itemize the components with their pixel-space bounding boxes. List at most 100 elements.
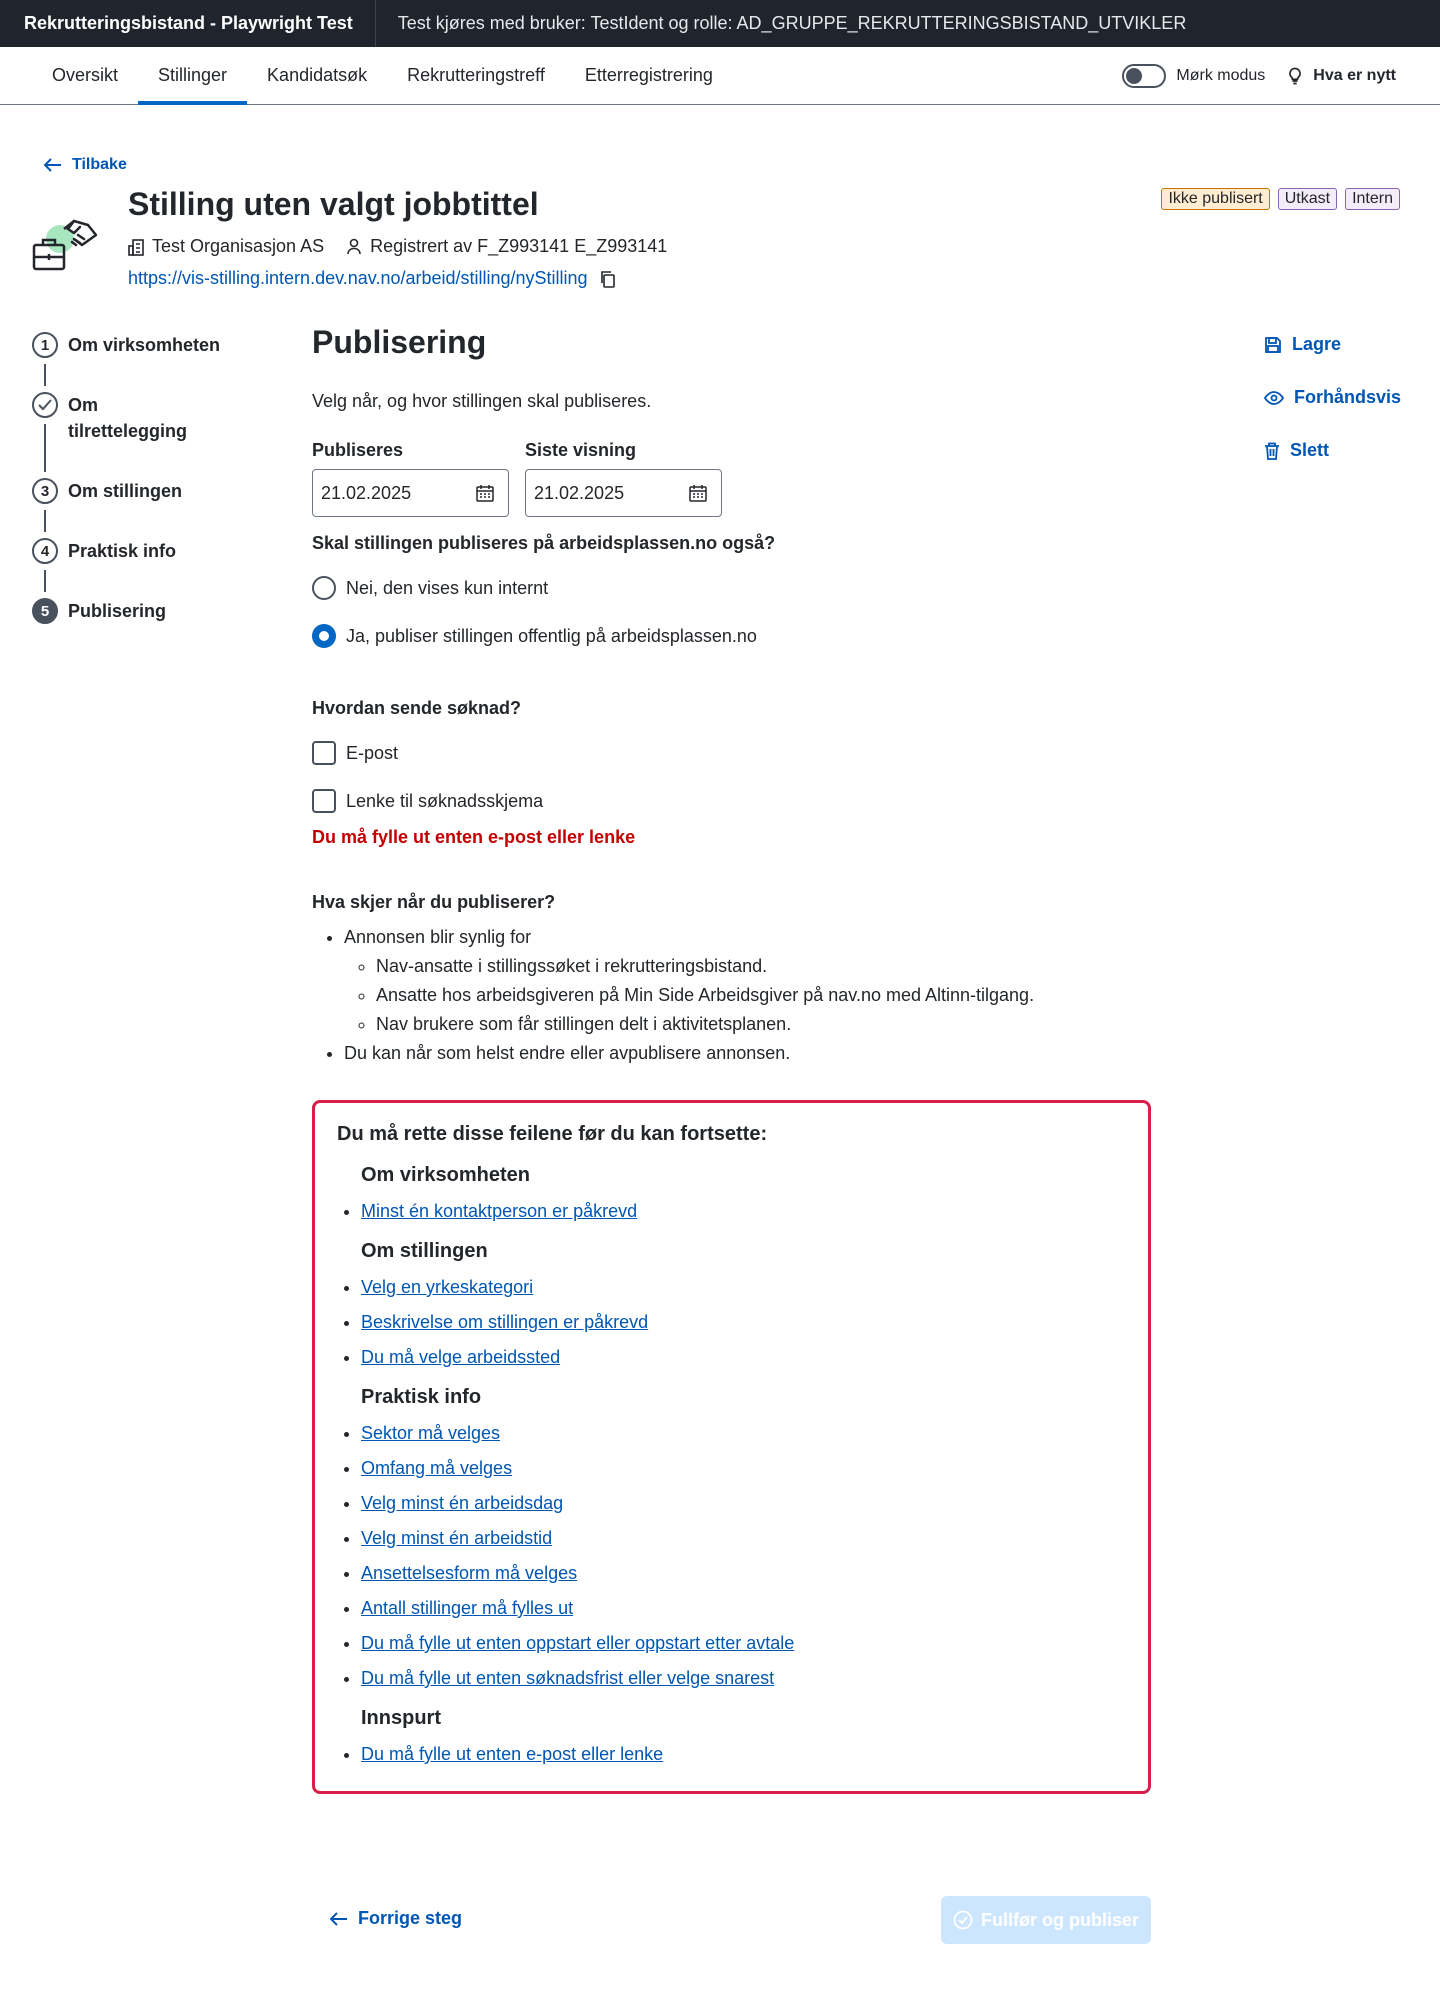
error-link[interactable]: Velg minst én arbeidsdag (361, 1493, 563, 1513)
publish-date-value: 21.02.2025 (321, 482, 412, 503)
step-label: Publisering (68, 601, 167, 621)
list-item: Sektor må velges (361, 1423, 1126, 1444)
person-icon (347, 238, 361, 254)
radio-publish-public[interactable]: Ja, publiser stillingen offentlig på arb… (312, 624, 1152, 648)
checkbox[interactable] (312, 741, 336, 765)
list-item: Nav brukere som får stillingen delt i ak… (376, 1014, 1152, 1035)
form-stepper: 1 Om virksomheten Om tilrettelegging 3 O… (32, 332, 252, 624)
step-label: Om stillingen (68, 481, 183, 501)
radio-label: Ja, publiser stillingen offentlig på arb… (346, 625, 757, 646)
checkbox-application-link[interactable]: Lenke til søknadsskjema (312, 789, 1152, 813)
error-section-heading: Om stillingen (361, 1240, 488, 1262)
step-label: Praktisk info (68, 541, 177, 561)
registered-by: Registrert av F_Z993141 E_Z993141 (346, 236, 667, 257)
error-link[interactable]: Du må fylle ut enten e-post eller lenke (361, 1744, 663, 1764)
list-item: Velg en yrkeskategori (361, 1277, 1126, 1298)
previous-step-button[interactable]: Forrige steg (330, 1908, 462, 1929)
radio-button[interactable] (312, 576, 336, 600)
job-url-link[interactable]: https://vis-stilling.intern.dev.nav.no/a… (128, 268, 588, 289)
copy-icon[interactable] (600, 270, 616, 288)
preview-label: Forhåndsvis (1294, 387, 1402, 407)
app-title[interactable]: Rekrutteringsbistand - Playwright Test (0, 0, 376, 47)
step-connector (44, 510, 46, 532)
finish-publish-label: Fullfør og publiser (981, 1909, 1139, 1930)
publish-info-list: Annonsen blir synlig for Nav-ansatte i s… (312, 927, 1152, 1064)
dark-mode-toggle[interactable] (1122, 63, 1167, 88)
publish-date-input[interactable]: 21.02.2025 (312, 469, 509, 517)
tab-stillinger[interactable]: Stillinger (138, 47, 248, 105)
whats-new-label: Hva er nytt (1313, 66, 1396, 84)
list-item: Annonsen blir synlig for Nav-ansatte i s… (344, 927, 1152, 1035)
error-link[interactable]: Du må velge arbeidssted (361, 1347, 560, 1367)
list-item: Antall stillinger må fylles ut (361, 1598, 1126, 1619)
public-question: Skal stillingen publiseres på arbeidspla… (312, 533, 776, 553)
error-section-heading: Praktisk info (361, 1386, 482, 1408)
error-link[interactable]: Sektor må velges (361, 1423, 500, 1443)
error-link[interactable]: Omfang må velges (361, 1458, 512, 1478)
error-link[interactable]: Du må fylle ut enten søknadsfrist eller … (361, 1668, 774, 1688)
back-label: Tilbake (72, 156, 127, 173)
error-link[interactable]: Antall stillinger må fylles ut (361, 1598, 573, 1618)
intro-text: Velg når, og hvor stillingen skal publis… (312, 391, 652, 411)
list-item: Du må fylle ut enten oppstart eller opps… (361, 1633, 1126, 1654)
error-link[interactable]: Minst én kontaktperson er påkrevd (361, 1201, 637, 1221)
whats-new-button[interactable]: Hva er nytt (1285, 66, 1396, 86)
last-view-date-input[interactable]: 21.02.2025 (525, 469, 722, 517)
calendar-icon[interactable] (476, 484, 494, 502)
preview-button[interactable]: Forhåndsvis (1264, 387, 1401, 408)
checkbox-email[interactable]: E-post (312, 741, 1152, 765)
back-link[interactable]: Tilbake (44, 156, 127, 174)
test-user-info: Test kjøres med bruker: TestIdent og rol… (397, 13, 1187, 33)
step-publisering[interactable]: 5 Publisering (32, 598, 252, 624)
radio-button[interactable] (312, 624, 336, 648)
last-view-date-value: 21.02.2025 (534, 482, 625, 503)
error-link[interactable]: Ansettelsesform må velges (361, 1563, 577, 1583)
error-link[interactable]: Velg en yrkeskategori (361, 1277, 533, 1297)
list-item: Velg minst én arbeidstid (361, 1528, 1126, 1549)
checkbox-label: Lenke til søknadsskjema (346, 790, 544, 811)
check-circle-icon (953, 1910, 973, 1930)
list-item: Beskrivelse om stillingen er påkrevd (361, 1312, 1126, 1333)
error-section-heading: Innspurt (361, 1707, 441, 1729)
delete-button[interactable]: Slett (1264, 440, 1401, 461)
tab-oversikt[interactable]: Oversikt (32, 47, 138, 104)
list-item: Du kan når som helst endre eller avpubli… (344, 1043, 1152, 1064)
step-label: Om virksomheten (68, 335, 221, 355)
step-connector (44, 570, 46, 592)
list-item: Du må fylle ut enten e-post eller lenke (361, 1744, 1126, 1765)
date-fields: Publiseres 21.02.2025 Siste visning 21.0… (312, 440, 1152, 517)
tab-kandidatsok[interactable]: Kandidatsøk (247, 47, 387, 104)
status-badge-not-published: Ikke publisert (1161, 188, 1270, 210)
trash-icon (1265, 442, 1279, 460)
error-link[interactable]: Beskrivelse om stillingen er påkrevd (361, 1312, 648, 1332)
main-nav: Oversikt Stillinger Kandidatsøk Rekrutte… (0, 47, 1440, 105)
section-heading: Publisering (312, 324, 487, 360)
tab-etterregistrering[interactable]: Etterregistrering (565, 47, 733, 104)
step-praktisk-info[interactable]: 4 Praktisk info (32, 538, 252, 564)
registered-by-text: Registrert av F_Z993141 E_Z993141 (370, 236, 668, 256)
list-item: Nav-ansatte i stillingssøket i rekrutter… (376, 956, 1152, 977)
top-bar: Rekrutteringsbistand - Playwright Test T… (0, 0, 1440, 47)
radio-internal-only[interactable]: Nei, den vises kun internt (312, 576, 1152, 600)
step-connector (44, 424, 46, 472)
step-number: 1 (32, 332, 58, 358)
step-om-stillingen[interactable]: 3 Om stillingen (32, 478, 252, 504)
dark-mode-switch[interactable]: Mørk modus (1122, 63, 1265, 88)
step-om-virksomheten[interactable]: 1 Om virksomheten (32, 332, 252, 358)
step-om-tilrettelegging[interactable]: Om tilrettelegging (32, 392, 252, 444)
error-summary: Du må rette disse feilene før du kan for… (312, 1100, 1151, 1794)
calendar-icon[interactable] (689, 484, 707, 502)
tab-rekrutteringstreff[interactable]: Rekrutteringstreff (387, 47, 565, 104)
status-tags: Ikke publisert Utkast Intern (1161, 188, 1400, 210)
error-summary-title: Du må rette disse feilene før du kan for… (337, 1123, 768, 1145)
finish-publish-button[interactable]: Fullfør og publiser (941, 1896, 1151, 1944)
arrow-left-icon (44, 158, 61, 172)
save-button[interactable]: Lagre (1264, 334, 1401, 355)
last-view-date-label: Siste visning (525, 440, 637, 460)
step-number: 3 (32, 478, 58, 504)
checkbox[interactable] (312, 789, 336, 813)
lightbulb-icon (1289, 67, 1302, 84)
error-link[interactable]: Du må fylle ut enten oppstart eller opps… (361, 1633, 794, 1653)
error-link[interactable]: Velg minst én arbeidstid (361, 1528, 552, 1548)
checkbox-label: E-post (346, 742, 399, 763)
